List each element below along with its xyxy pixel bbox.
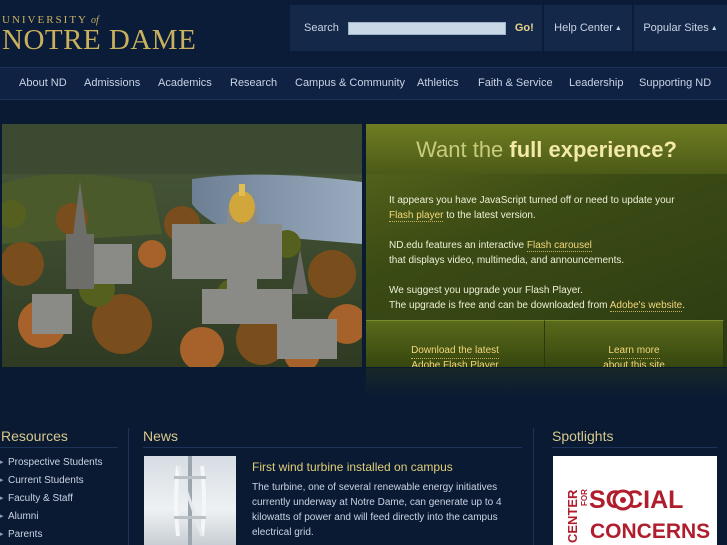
resources-divider bbox=[0, 447, 118, 448]
search-area: Search Go! bbox=[290, 5, 544, 51]
spotlights-divider bbox=[552, 447, 717, 448]
nav-item-athletics[interactable]: Athletics bbox=[417, 77, 459, 89]
svg-text:CENTER: CENTER bbox=[565, 489, 580, 543]
popular-sites-menu[interactable]: Popular Sites ▲ bbox=[634, 5, 727, 51]
news-divider bbox=[143, 447, 522, 448]
nav-item-research[interactable]: Research bbox=[230, 77, 277, 89]
help-center-menu[interactable]: Help Center ▲ bbox=[544, 5, 634, 51]
hero-section: Want the full experience? It appears you… bbox=[0, 124, 727, 368]
promo-paragraph-1: It appears you have JavaScript turned of… bbox=[389, 195, 675, 222]
promo-heading: Want the full experience? bbox=[366, 124, 727, 174]
wind-turbine-illustration bbox=[174, 456, 206, 545]
column-divider bbox=[533, 428, 534, 545]
column-divider bbox=[128, 428, 129, 545]
nav-item-about[interactable]: About ND bbox=[19, 77, 67, 89]
promo-reflection bbox=[366, 368, 727, 398]
promo-buttons: Download the latest Adobe Flash Player L… bbox=[366, 320, 727, 367]
resources-title: Resources bbox=[1, 428, 68, 444]
wind-turbine-photo[interactable] bbox=[144, 456, 236, 545]
promo-body: It appears you have JavaScript turned of… bbox=[389, 193, 709, 328]
svg-text:CONCERNS: CONCERNS bbox=[590, 520, 710, 543]
notre-dame-logo[interactable]: UNIVERSITY of NOTRE DAME bbox=[2, 14, 197, 56]
caret-up-icon: ▲ bbox=[710, 24, 718, 32]
social-concerns-logo: CENTER FOR SOCIAL CONCERNS bbox=[565, 486, 710, 543]
nav-item-academics[interactable]: Academics bbox=[158, 77, 212, 89]
resources-list: Prospective Students Current Students Fa… bbox=[0, 456, 103, 545]
news-summary: The turbine, one of several renewable en… bbox=[252, 482, 502, 538]
search-input[interactable] bbox=[347, 21, 506, 35]
svg-text:FOR: FOR bbox=[580, 489, 589, 506]
svg-text:SOCIAL: SOCIAL bbox=[589, 486, 683, 514]
flash-player-link[interactable]: Flash player bbox=[389, 210, 444, 222]
popular-sites-label: Popular Sites bbox=[643, 22, 709, 34]
news-title: News bbox=[143, 428, 179, 444]
resource-link-current[interactable]: Current Students bbox=[0, 474, 103, 492]
site-header: UNIVERSITY of NOTRE DAME Search Go! Help … bbox=[0, 0, 727, 67]
campus-aerial-photo bbox=[2, 124, 362, 367]
flash-carousel-link[interactable]: Flash carousel bbox=[526, 240, 592, 252]
spotlights-title: Spotlights bbox=[552, 428, 614, 444]
download-flash-button[interactable]: Download the latest Adobe Flash Player bbox=[366, 320, 545, 367]
resource-link-alumni[interactable]: Alumni bbox=[0, 510, 103, 528]
resource-link-faculty[interactable]: Faculty & Staff bbox=[0, 492, 103, 510]
resource-link-prospective[interactable]: Prospective Students bbox=[0, 456, 103, 474]
campus-aerial-illustration bbox=[2, 124, 362, 367]
caret-up-icon: ▲ bbox=[614, 24, 622, 32]
utility-toolbar: Search Go! Help Center ▲ Popular Sites ▲ bbox=[290, 5, 727, 51]
flash-upgrade-promo: Want the full experience? It appears you… bbox=[366, 124, 727, 367]
nav-item-admissions[interactable]: Admissions bbox=[84, 77, 140, 89]
promo-paragraph-2: ND.edu features an interactive Flash car… bbox=[389, 240, 625, 266]
learn-more-button[interactable]: Learn more about this site bbox=[545, 320, 724, 367]
nav-item-faith-service[interactable]: Faith & Service bbox=[478, 77, 553, 89]
news-headline-link[interactable]: First wind turbine installed on campus bbox=[252, 460, 453, 474]
nav-item-leadership[interactable]: Leadership bbox=[569, 77, 623, 89]
resource-link-parents[interactable]: Parents bbox=[0, 528, 103, 545]
search-go-button[interactable]: Go! bbox=[515, 22, 534, 34]
nav-item-campus-community[interactable]: Campus & Community bbox=[295, 77, 405, 89]
center-for-social-concerns-banner[interactable]: CENTER FOR SOCIAL CONCERNS bbox=[553, 456, 717, 545]
promo-paragraph-3: We suggest you upgrade your Flash Player… bbox=[389, 285, 686, 312]
main-navigation: About ND Admissions Academics Research C… bbox=[0, 67, 727, 100]
logo-notre-dame-text: NOTRE DAME bbox=[2, 24, 197, 56]
search-label: Search bbox=[304, 22, 339, 34]
nav-item-supporting[interactable]: Supporting ND bbox=[639, 77, 711, 89]
help-center-label: Help Center bbox=[554, 22, 613, 34]
adobe-website-link[interactable]: Adobe's website bbox=[609, 300, 683, 312]
